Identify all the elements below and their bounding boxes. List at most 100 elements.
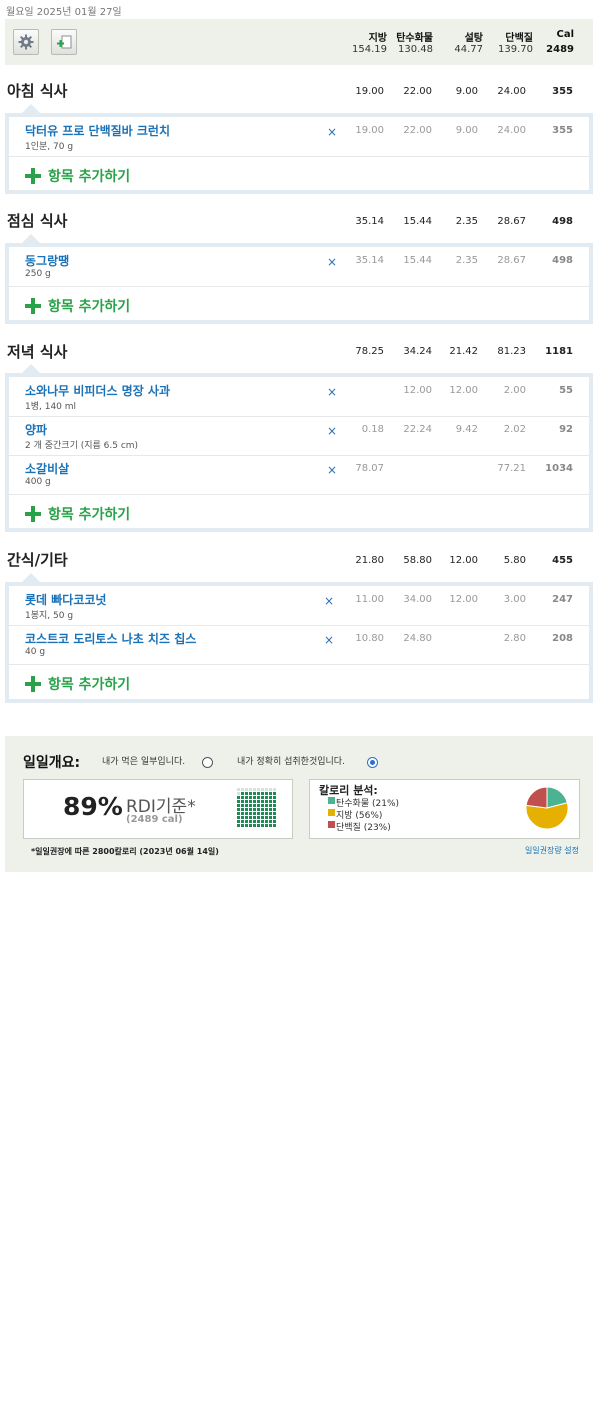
add-item-label: 항목 추가하기 bbox=[48, 507, 131, 523]
food-item-quantity: 2 개 중간크기 (지름 6.5 cm) bbox=[25, 441, 139, 451]
food-item[interactable]: 닥터유 프로 단백질바 크런치 1인분, 70 g × 19.00 22.00 … bbox=[9, 117, 589, 157]
food-item[interactable]: 동그랑땡 250 g × 35.14 15.44 2.35 28.67 498 bbox=[9, 247, 589, 287]
food-item-name[interactable]: 소갈비살 bbox=[25, 460, 69, 477]
waffle-cell bbox=[253, 808, 256, 811]
waffle-cell bbox=[265, 804, 268, 807]
waffle-cell bbox=[265, 820, 268, 823]
food-item-quantity: 1인분, 70 g bbox=[25, 142, 74, 152]
legend-swatch-carbs bbox=[328, 797, 335, 804]
waffle-cell bbox=[237, 788, 240, 791]
food-item-quantity: 250 g bbox=[25, 269, 51, 279]
waffle-cell bbox=[257, 812, 260, 815]
waffle-cell bbox=[249, 824, 252, 827]
waffle-cell bbox=[261, 788, 264, 791]
meal-total-cal: 498 bbox=[552, 216, 573, 227]
food-item[interactable]: 소갈비살 400 g × 78.07 77.21 1034 bbox=[9, 455, 589, 495]
legend-swatch-fat bbox=[328, 809, 335, 816]
item-cal: 92 bbox=[559, 424, 573, 435]
add-entry-button[interactable] bbox=[51, 29, 77, 55]
waffle-cell bbox=[269, 788, 272, 791]
plus-icon bbox=[25, 168, 41, 184]
waffle-cell bbox=[265, 812, 268, 815]
waffle-cell bbox=[273, 796, 276, 799]
waffle-cell bbox=[237, 816, 240, 819]
legend-swatch-protein bbox=[328, 821, 335, 828]
waffle-cell bbox=[253, 804, 256, 807]
food-item-name[interactable]: 코스트코 도리토스 나초 치즈 칩스 bbox=[25, 630, 196, 647]
add-item-button[interactable]: 항목 추가하기 bbox=[25, 292, 225, 322]
add-item-label: 항목 추가하기 bbox=[48, 169, 131, 185]
plus-icon bbox=[25, 676, 41, 692]
food-item-name[interactable]: 롯데 빠다코코넛 bbox=[25, 591, 106, 608]
waffle-cell bbox=[241, 808, 244, 811]
meal-items-box: 롯데 빠다코코넛 1봉지, 50 g × 11.00 34.00 12.00 3… bbox=[5, 582, 593, 703]
waffle-cell bbox=[269, 808, 272, 811]
plus-icon bbox=[25, 506, 41, 522]
food-item-name[interactable]: 닥터유 프로 단백질바 크런치 bbox=[25, 122, 170, 139]
waffle-cell bbox=[253, 812, 256, 815]
food-item-quantity: 400 g bbox=[25, 477, 51, 487]
calorie-pie-chart bbox=[525, 786, 569, 830]
waffle-cell bbox=[261, 816, 264, 819]
option-partial-label: 내가 먹은 일부입니다. bbox=[102, 757, 186, 767]
waffle-cell bbox=[241, 804, 244, 807]
legend-protein: 단백질 (23%) bbox=[328, 820, 391, 833]
add-item-label: 항목 추가하기 bbox=[48, 677, 131, 693]
waffle-cell bbox=[245, 808, 248, 811]
waffle-cell bbox=[265, 824, 268, 827]
waffle-cell bbox=[257, 820, 260, 823]
option-partial-radio[interactable] bbox=[202, 757, 213, 768]
add-entry-icon bbox=[57, 35, 72, 49]
waffle-cell bbox=[265, 796, 268, 799]
meal-title: 점심 식사 bbox=[7, 212, 68, 230]
food-item-name[interactable]: 소와나무 비피더스 명장 사과 bbox=[25, 382, 170, 399]
item-cal: 1034 bbox=[545, 463, 573, 474]
waffle-cell bbox=[249, 820, 252, 823]
food-item[interactable]: 코스트코 도리토스 나초 치즈 칩스 40 g × 10.80 24.80 2.… bbox=[9, 625, 589, 665]
waffle-cell bbox=[249, 816, 252, 819]
waffle-cell bbox=[241, 800, 244, 803]
waffle-cell bbox=[237, 808, 240, 811]
waffle-cell bbox=[241, 792, 244, 795]
food-item[interactable]: 소와나무 비피더스 명장 사과 1병, 140 ml × 12.00 12.00… bbox=[9, 377, 589, 417]
waffle-cell bbox=[245, 800, 248, 803]
waffle-cell bbox=[265, 800, 268, 803]
waffle-cell bbox=[261, 792, 264, 795]
waffle-cell bbox=[257, 800, 260, 803]
waffle-cell bbox=[257, 792, 260, 795]
waffle-cell bbox=[257, 816, 260, 819]
food-item[interactable]: 양파 2 개 중간크기 (지름 6.5 cm) × 0.18 22.24 9.4… bbox=[9, 416, 589, 456]
waffle-cell bbox=[261, 824, 264, 827]
item-fat: 78.07 bbox=[355, 463, 384, 474]
waffle-cell bbox=[269, 804, 272, 807]
food-item-name[interactable]: 동그랑땡 bbox=[25, 252, 69, 269]
rdi-settings-link[interactable]: 일일권장량 설정 bbox=[525, 845, 579, 856]
waffle-cell bbox=[257, 804, 260, 807]
waffle-cell bbox=[249, 796, 252, 799]
food-item[interactable]: 롯데 빠다코코넛 1봉지, 50 g × 11.00 34.00 12.00 3… bbox=[9, 586, 589, 626]
settings-button[interactable] bbox=[13, 29, 39, 55]
waffle-cell bbox=[269, 792, 272, 795]
option-full-label: 내가 정확히 섭취한것입니다. bbox=[237, 757, 345, 767]
waffle-cell bbox=[253, 824, 256, 827]
add-item-button[interactable]: 항목 추가하기 bbox=[25, 670, 225, 700]
waffle-cell bbox=[273, 800, 276, 803]
waffle-cell bbox=[269, 800, 272, 803]
waffle-cell bbox=[273, 816, 276, 819]
delete-item-button[interactable]: × bbox=[327, 385, 337, 399]
food-item-name[interactable]: 양파 bbox=[25, 421, 47, 438]
option-full-radio[interactable] bbox=[367, 757, 378, 768]
waffle-cell bbox=[249, 812, 252, 815]
item-cal: 498 bbox=[552, 255, 573, 266]
waffle-cell bbox=[269, 820, 272, 823]
add-item-button[interactable]: 항목 추가하기 bbox=[25, 500, 225, 530]
add-item-button[interactable]: 항목 추가하기 bbox=[25, 162, 225, 192]
gear-icon bbox=[18, 34, 34, 50]
waffle-cell bbox=[257, 796, 260, 799]
waffle-cell bbox=[245, 804, 248, 807]
waffle-cell bbox=[245, 820, 248, 823]
waffle-cell bbox=[241, 816, 244, 819]
meal-items-box: 닥터유 프로 단백질바 크런치 1인분, 70 g × 19.00 22.00 … bbox=[5, 113, 593, 194]
waffle-cell bbox=[253, 788, 256, 791]
waffle-cell bbox=[249, 788, 252, 791]
